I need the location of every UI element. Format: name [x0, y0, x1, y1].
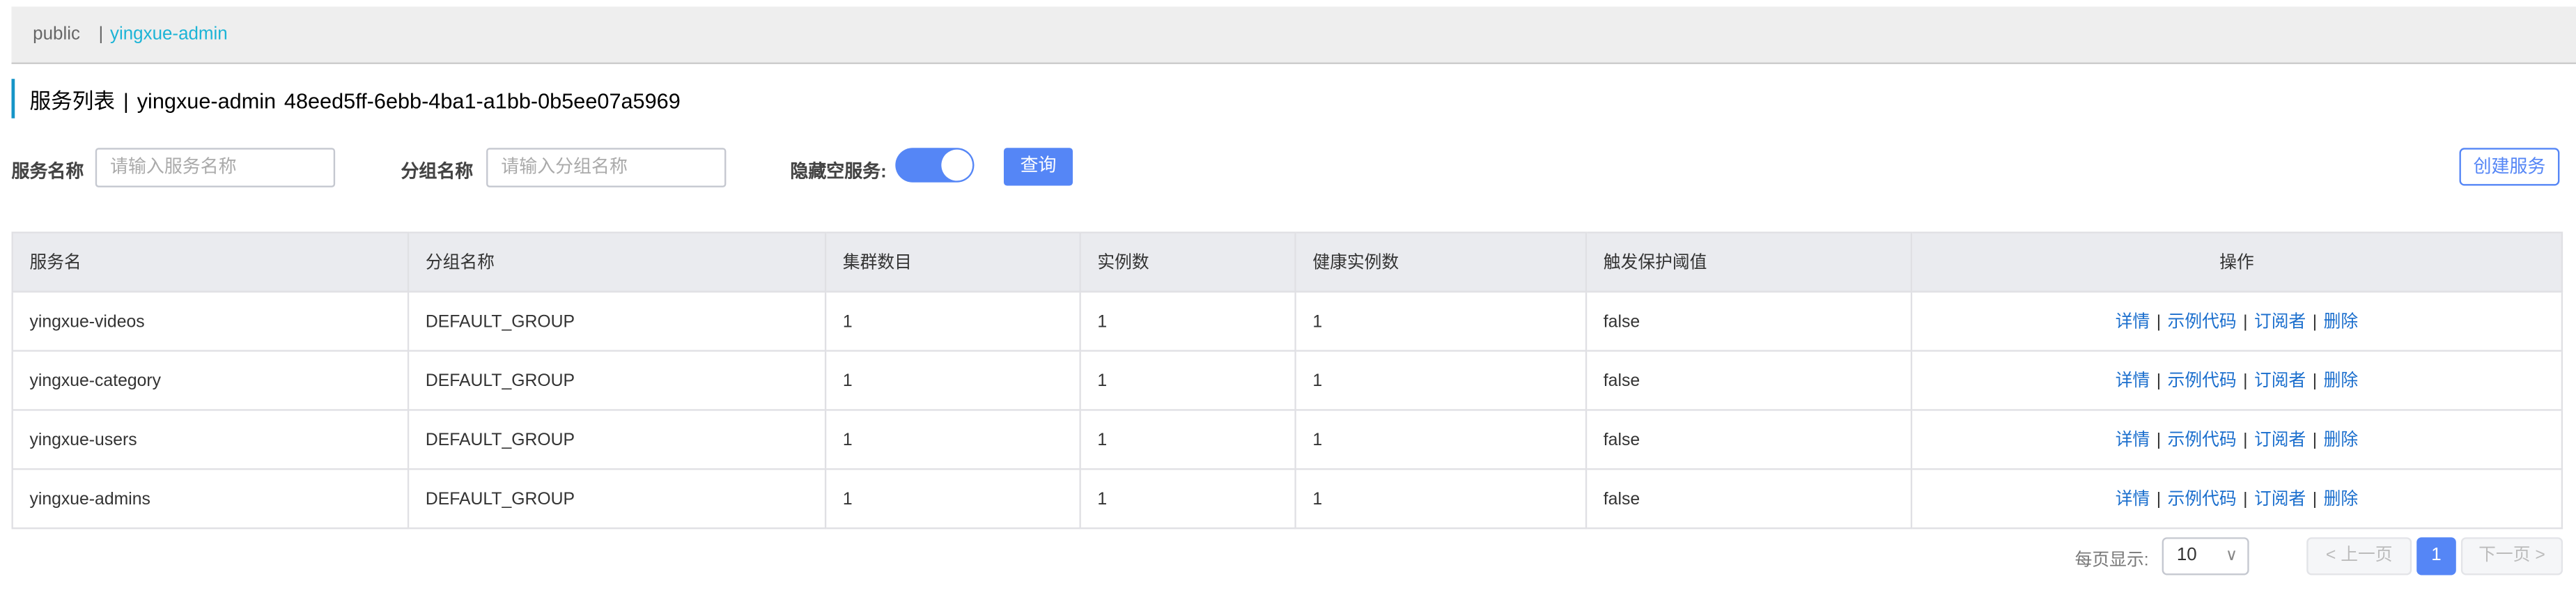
- cell-group-name: DEFAULT_GROUP: [407, 291, 827, 352]
- detail-link[interactable]: 详情: [2116, 371, 2150, 391]
- action-separator: |: [2312, 430, 2318, 451]
- subscribers-link[interactable]: 订阅者: [2254, 312, 2306, 332]
- page-size-label: 每页显示:: [2074, 550, 2149, 571]
- cell-operations: 详情 | 示例代码 | 订阅者 | 删除: [1910, 350, 2563, 411]
- cell-healthy-count: 1: [1294, 350, 1588, 411]
- prev-page-button[interactable]: < 上一页: [2306, 537, 2412, 575]
- chevron-right-icon: >: [2530, 545, 2545, 566]
- table-row: yingxue-videos DEFAULT_GROUP 1 1 1 false 详情 | 示例…: [11, 291, 2563, 352]
- delete-link[interactable]: 删除: [2324, 312, 2359, 332]
- sample-code-link[interactable]: 示例代码: [2168, 371, 2237, 391]
- page-size-value: 10: [2176, 545, 2197, 566]
- cell-service-name: yingxue-users: [11, 409, 410, 470]
- action-separator: |: [2312, 312, 2318, 332]
- cell-service-name: yingxue-videos: [11, 291, 410, 352]
- cell-cluster-count: 1: [824, 468, 1081, 530]
- page-size-select[interactable]: 10 ∨: [2162, 537, 2249, 575]
- cell-protect-threshold: false: [1585, 409, 1913, 470]
- delete-link[interactable]: 删除: [2324, 490, 2359, 509]
- create-service-button[interactable]: 创建服务: [2459, 148, 2560, 186]
- col-protect-threshold: 触发保护阈值: [1585, 231, 1913, 293]
- page-title-label: 服务列表: [29, 88, 116, 114]
- subscribers-link[interactable]: 订阅者: [2254, 431, 2306, 450]
- cell-group-name: DEFAULT_GROUP: [407, 350, 827, 411]
- col-operations: 操作: [1910, 231, 2563, 293]
- prev-page-label: 上一页: [2341, 545, 2393, 566]
- col-group-name: 分组名称: [407, 231, 827, 293]
- cell-operations: 详情 | 示例代码 | 订阅者 | 删除: [1910, 291, 2563, 352]
- sample-code-link[interactable]: 示例代码: [2168, 312, 2237, 332]
- detail-link[interactable]: 详情: [2116, 490, 2150, 509]
- cell-group-name: DEFAULT_GROUP: [407, 468, 827, 530]
- action-separator: |: [2156, 312, 2162, 332]
- hide-empty-label: 隐藏空服务:: [790, 162, 887, 183]
- service-name-input[interactable]: [95, 148, 336, 187]
- query-button[interactable]: 查询: [1003, 148, 1073, 186]
- action-separator: |: [2243, 430, 2248, 451]
- col-healthy-count: 健康实例数: [1294, 231, 1588, 293]
- cell-instance-count: 1: [1079, 291, 1296, 352]
- detail-link[interactable]: 详情: [2116, 431, 2150, 450]
- service-table: 服务名 分组名称 集群数目 实例数 健康实例数 触发保护阈值 操作 yingxu…: [11, 231, 2563, 530]
- action-separator: |: [2243, 489, 2248, 510]
- chevron-down-icon: ∨: [2225, 547, 2238, 566]
- action-separator: |: [2243, 371, 2248, 392]
- detail-link[interactable]: 详情: [2116, 312, 2150, 332]
- cell-protect-threshold: false: [1585, 468, 1913, 530]
- table-header: 服务名 分组名称 集群数目 实例数 健康实例数 触发保护阈值 操作: [11, 231, 2563, 293]
- cell-protect-threshold: false: [1585, 350, 1913, 411]
- namespace-separator: |: [98, 24, 104, 45]
- cell-cluster-count: 1: [824, 291, 1081, 352]
- namespace-yingxue-admin[interactable]: yingxue-admin: [110, 6, 228, 62]
- table-row: yingxue-category DEFAULT_GROUP 1 1 1 false 详情 |…: [11, 350, 2563, 411]
- cell-healthy-count: 1: [1294, 468, 1588, 530]
- page-1-button[interactable]: 1: [2416, 537, 2456, 575]
- namespace-public[interactable]: public: [33, 6, 80, 62]
- chevron-left-icon: <: [2325, 545, 2341, 566]
- cell-group-name: DEFAULT_GROUP: [407, 409, 827, 470]
- cell-operations: 详情 | 示例代码 | 订阅者 | 删除: [1910, 409, 2563, 470]
- cell-cluster-count: 1: [824, 409, 1081, 470]
- page-title-namespace: yingxue-admin: [137, 88, 277, 114]
- action-separator: |: [2156, 430, 2162, 451]
- action-separator: |: [2156, 371, 2162, 392]
- cell-cluster-count: 1: [824, 350, 1081, 411]
- action-separator: |: [2312, 489, 2318, 510]
- service-name-label: 服务名称: [11, 162, 84, 183]
- action-separator: |: [2312, 371, 2318, 392]
- delete-link[interactable]: 删除: [2324, 431, 2359, 450]
- sample-code-link[interactable]: 示例代码: [2168, 490, 2237, 509]
- col-instance-count: 实例数: [1079, 231, 1296, 293]
- cell-operations: 详情 | 示例代码 | 订阅者 | 删除: [1910, 468, 2563, 530]
- group-name-label: 分组名称: [401, 162, 474, 183]
- cell-healthy-count: 1: [1294, 409, 1588, 470]
- cell-instance-count: 1: [1079, 409, 1296, 470]
- delete-link[interactable]: 删除: [2324, 371, 2359, 391]
- subscribers-link[interactable]: 订阅者: [2254, 490, 2306, 509]
- sample-code-link[interactable]: 示例代码: [2168, 431, 2237, 450]
- namespace-bar: public | yingxue-admin: [11, 6, 2576, 64]
- next-page-label: 下一页: [2478, 545, 2531, 566]
- hide-empty-toggle[interactable]: [895, 148, 975, 183]
- cell-healthy-count: 1: [1294, 291, 1588, 352]
- page-title: 服务列表 | yingxue-admin 48eed5ff-6ebb-4ba1-a1b…: [11, 79, 689, 118]
- col-cluster-count: 集群数目: [824, 231, 1081, 293]
- nacos-service-list: public | yingxue-admin 服务列表 | yingxue-admi…: [0, 0, 2576, 595]
- table-row: yingxue-admins DEFAULT_GROUP 1 1 1 false 详情 | 示例…: [11, 468, 2563, 530]
- toggle-knob: [941, 149, 973, 181]
- subscribers-link[interactable]: 订阅者: [2254, 371, 2306, 391]
- table-row: yingxue-users DEFAULT_GROUP 1 1 1 false 详情 | 示例代…: [11, 409, 2563, 470]
- page-title-namespace-id: 48eed5ff-6ebb-4ba1-a1bb-0b5ee07a5969: [284, 88, 681, 114]
- page-title-separator: |: [123, 88, 129, 114]
- cell-protect-threshold: false: [1585, 291, 1913, 352]
- cell-instance-count: 1: [1079, 350, 1296, 411]
- cell-service-name: yingxue-admins: [11, 468, 410, 530]
- next-page-button[interactable]: 下一页 >: [2460, 537, 2563, 575]
- action-separator: |: [2243, 312, 2248, 332]
- group-name-input[interactable]: [486, 148, 727, 187]
- action-separator: |: [2156, 489, 2162, 510]
- cell-service-name: yingxue-category: [11, 350, 410, 411]
- cell-instance-count: 1: [1079, 468, 1296, 530]
- col-service-name: 服务名: [11, 231, 410, 293]
